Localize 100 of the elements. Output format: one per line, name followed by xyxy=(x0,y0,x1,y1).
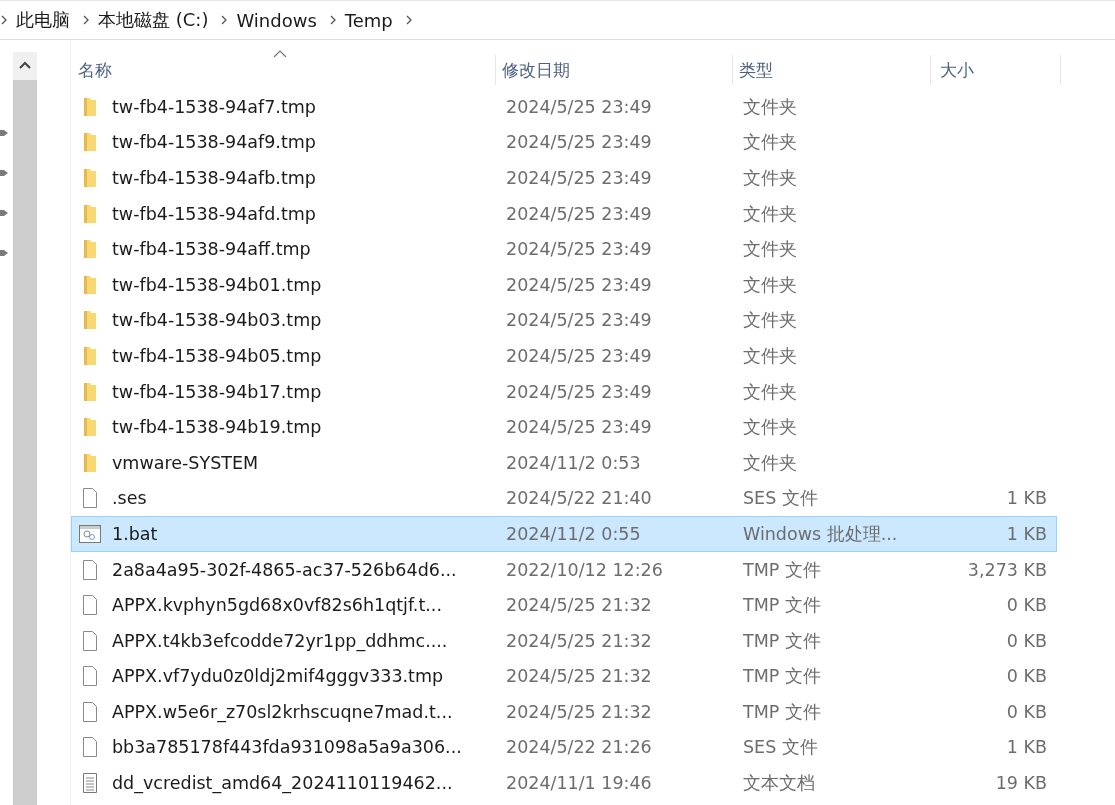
modified-date: 2024/5/25 21:32 xyxy=(505,595,653,616)
modified-date: 2024/5/25 23:49 xyxy=(505,345,653,366)
folder-icon xyxy=(82,274,98,295)
file-name: bb3a785178f443fda931098a5a9a306... xyxy=(112,737,462,758)
pin-icon[interactable] xyxy=(0,248,8,258)
file-icon xyxy=(82,488,98,509)
file-size: 1 KB xyxy=(1005,737,1048,758)
modified-date: 2024/5/22 21:40 xyxy=(505,488,653,509)
file-name: tw-fb4-1538-94afd.tmp xyxy=(112,203,316,224)
file-row[interactable]: tw-fb4-1538-94afb.tmp 2024/5/25 23:49 文件夹 xyxy=(71,160,1057,196)
file-size: 0 KB xyxy=(1005,701,1048,722)
file-name: tw-fb4-1538-94b19.tmp xyxy=(112,417,322,438)
file-type: 文件夹 xyxy=(742,273,798,297)
file-row[interactable]: APPX.kvphyn5gd68x0vf82s6h1qtjf.t... 2024/5/25 21:32 TMP 文件 0 KB xyxy=(71,587,1057,623)
folder-icon xyxy=(82,96,98,117)
modified-date: 2024/5/22 21:26 xyxy=(505,737,653,758)
file-row[interactable]: tw-fb4-1538-94b17.tmp 2024/5/25 23:49 文件夹 xyxy=(71,373,1057,410)
scroll-up-icon[interactable] xyxy=(18,60,32,70)
pin-icon[interactable] xyxy=(0,168,8,178)
file-size: 3,273 KB xyxy=(966,559,1048,580)
file-row[interactable]: APPX.w5e6r_z70sl2krhscuqne7mad.t... 2024/5/25 21:32 TMP 文件 0 KB xyxy=(71,694,1057,730)
modified-date: 2024/5/25 23:49 xyxy=(505,239,653,260)
modified-date: 2024/5/25 21:32 xyxy=(505,701,653,722)
file-type: SES 文件 xyxy=(742,736,819,760)
file-name: dd_vcredist_amd64_2024110119462... xyxy=(112,773,453,794)
breadcrumb-item[interactable]: 此电脑 xyxy=(16,8,70,32)
column-header[interactable]: 类型 xyxy=(733,55,931,85)
pin-icon[interactable] xyxy=(0,128,8,138)
file-row[interactable]: vmware-SYSTEM 2024/11/2 0:53 文件夹 xyxy=(71,444,1057,481)
file-name: tw-fb4-1538-94b01.tmp xyxy=(112,274,322,295)
column-header[interactable]: 大小 xyxy=(931,55,1061,85)
file-name: APPX.w5e6r_z70sl2krhscuqne7mad.t... xyxy=(112,701,453,722)
file-name: APPX.vf7ydu0z0ldj2mif4gggv333.tmp xyxy=(112,666,444,687)
file-row[interactable]: tw-fb4-1538-94aff.tmp 2024/5/25 23:49 文件夹 xyxy=(71,231,1057,267)
file-type: TMP 文件 xyxy=(742,594,822,618)
file-row[interactable]: 2a8a4a95-302f-4865-ac37-526b64d6... 2022/10/12 12:26 TMP 文件 3,273 KB xyxy=(71,551,1057,588)
chevron-icon[interactable] xyxy=(328,14,337,26)
modified-date: 2024/5/25 21:32 xyxy=(505,630,653,651)
column-header[interactable]: 名称 xyxy=(71,55,496,85)
file-type: 文件夹 xyxy=(742,167,798,190)
chevron-icon[interactable] xyxy=(0,14,8,26)
file-row[interactable]: tw-fb4-1538-94af9.tmp 2024/5/25 23:49 文件夹 xyxy=(71,124,1057,161)
file-type: 文件夹 xyxy=(742,416,798,440)
file-name: APPX.t4kb3efcodde72yr1pp_ddhmc.... xyxy=(112,630,448,651)
modified-date: 2024/11/2 0:53 xyxy=(505,452,642,473)
file-row[interactable]: tw-fb4-1538-94b05.tmp 2024/5/25 23:49 文件夹 xyxy=(71,338,1057,374)
modified-date: 2024/5/25 21:32 xyxy=(505,666,653,687)
file-row[interactable]: APPX.vf7ydu0z0ldj2mif4gggv333.tmp 2024/5/25 21:32 TMP 文件 0 KB xyxy=(71,658,1057,695)
file-name: vmware-SYSTEM xyxy=(112,452,259,473)
modified-date: 2024/5/25 23:49 xyxy=(505,203,653,224)
file-row[interactable]: APPX.t4kb3efcodde72yr1pp_ddhmc.... 2024/5/25 21:32 TMP 文件 0 KB xyxy=(71,622,1057,659)
file-size: 19 KB xyxy=(994,773,1048,794)
file-icon xyxy=(82,666,98,687)
file-type: 文件夹 xyxy=(742,202,798,226)
file-type: 文件夹 xyxy=(742,131,798,155)
file-row[interactable]: bb3a785178f443fda931098a5a9a306... 2024/5/22 21:26 SES 文件 1 KB xyxy=(71,729,1057,766)
file-name: .ses xyxy=(112,488,147,509)
file-size: 1 KB xyxy=(1005,488,1048,509)
breadcrumb-item[interactable]: 本地磁盘 (C:) xyxy=(98,8,209,32)
file-size: 1 KB xyxy=(1005,523,1048,544)
folder-icon xyxy=(82,345,98,366)
file-row[interactable]: tw-fb4-1538-94b19.tmp 2024/5/25 23:49 文件夹 xyxy=(71,409,1057,445)
chevron-icon[interactable] xyxy=(220,14,229,26)
modified-date: 2022/10/12 12:26 xyxy=(505,559,664,580)
file-row[interactable]: 1.bat 2024/11/2 0:55 Windows 批处理... 1 KB xyxy=(71,516,1057,552)
file-type: Windows 批处理... xyxy=(742,522,899,546)
file-row[interactable]: tw-fb4-1538-94b03.tmp 2024/5/25 23:49 文件夹 xyxy=(71,302,1057,339)
folder-icon xyxy=(82,452,98,473)
file-row[interactable]: tw-fb4-1538-94b01.tmp 2024/5/25 23:49 文件夹 xyxy=(71,266,1057,303)
pin-icon[interactable] xyxy=(0,208,8,218)
file-type: TMP 文件 xyxy=(742,629,822,653)
file-row[interactable]: dd_vcredist_amd64_2024110119462... 2024/11/1 19:46 文本文档 19 KB xyxy=(71,765,1057,801)
modified-date: 2024/5/25 23:49 xyxy=(505,96,653,117)
folder-icon xyxy=(82,239,98,260)
folder-icon xyxy=(82,132,98,153)
chevron-icon[interactable] xyxy=(82,14,90,26)
file-name: tw-fb4-1538-94af9.tmp xyxy=(112,132,316,153)
file-type: 文本文档 xyxy=(742,772,816,796)
file-icon xyxy=(82,701,98,722)
file-name: tw-fb4-1538-94b03.tmp xyxy=(112,310,322,331)
file-icon xyxy=(82,630,98,651)
sort-caret-icon xyxy=(273,50,287,58)
file-row[interactable]: tw-fb4-1538-94afd.tmp 2024/5/25 23:49 文件夹 xyxy=(71,195,1057,232)
file-row[interactable]: .ses 2024/5/22 21:40 SES 文件 1 KB xyxy=(71,480,1057,517)
breadcrumb-item[interactable]: Windows xyxy=(236,9,317,31)
modified-date: 2024/11/2 0:55 xyxy=(505,523,642,544)
file-row[interactable]: tw-fb4-1538-94af7.tmp 2024/5/25 23:49 文件夹 xyxy=(71,89,1057,125)
folder-icon xyxy=(82,381,98,402)
gears-window-icon xyxy=(79,524,101,543)
modified-date: 2024/5/25 23:49 xyxy=(505,168,653,188)
modified-date: 2024/5/25 23:49 xyxy=(505,381,653,402)
file-type: 文件夹 xyxy=(742,344,798,368)
file-name: tw-fb4-1538-94b05.tmp xyxy=(112,345,322,366)
chevron-icon[interactable] xyxy=(404,14,413,26)
breadcrumb-item[interactable]: Temp xyxy=(344,9,393,31)
modified-date: 2024/5/25 23:49 xyxy=(505,274,653,295)
file-icon xyxy=(82,737,98,758)
file-size: 0 KB xyxy=(1005,630,1048,651)
file-type: TMP 文件 xyxy=(742,700,822,724)
column-header[interactable]: 修改日期 xyxy=(496,55,733,85)
